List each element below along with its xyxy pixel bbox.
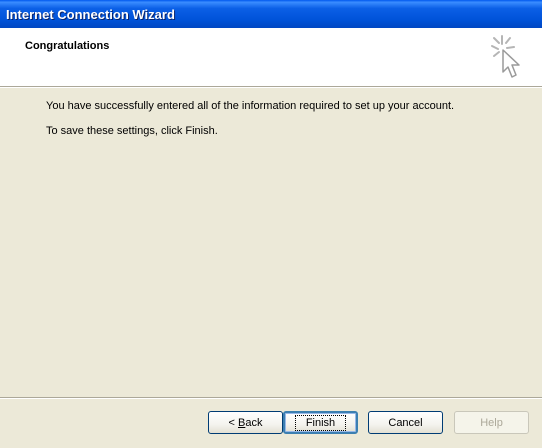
wizard-content: You have successfully entered all of the… [0, 88, 542, 396]
back-button[interactable]: < Back [208, 411, 283, 434]
success-message: You have successfully entered all of the… [46, 100, 455, 112]
footer-separator [0, 397, 542, 399]
wizard-header: Congratulations [0, 28, 542, 88]
cancel-button-label: Cancel [388, 416, 423, 429]
cancel-button[interactable]: Cancel [368, 411, 443, 434]
back-button-label-rest: ack [245, 416, 263, 429]
title-bar[interactable]: Internet Connection Wizard [0, 0, 542, 28]
instruction-message: To save these settings, click Finish. [46, 125, 218, 137]
page-heading: Congratulations [25, 40, 110, 52]
finish-button[interactable]: Finish [283, 411, 358, 434]
wizard-window: Internet Connection Wizard Congratulatio… [0, 0, 542, 448]
help-button-label: Help [480, 416, 503, 429]
back-button-prefix: < [228, 416, 238, 429]
finish-button-label: Finish [294, 414, 347, 431]
back-button-mnemonic: B [238, 416, 246, 429]
help-button[interactable]: Help [454, 411, 529, 434]
window-title: Internet Connection Wizard [6, 7, 175, 22]
wizard-cursor-sparkle-icon [491, 35, 520, 78]
